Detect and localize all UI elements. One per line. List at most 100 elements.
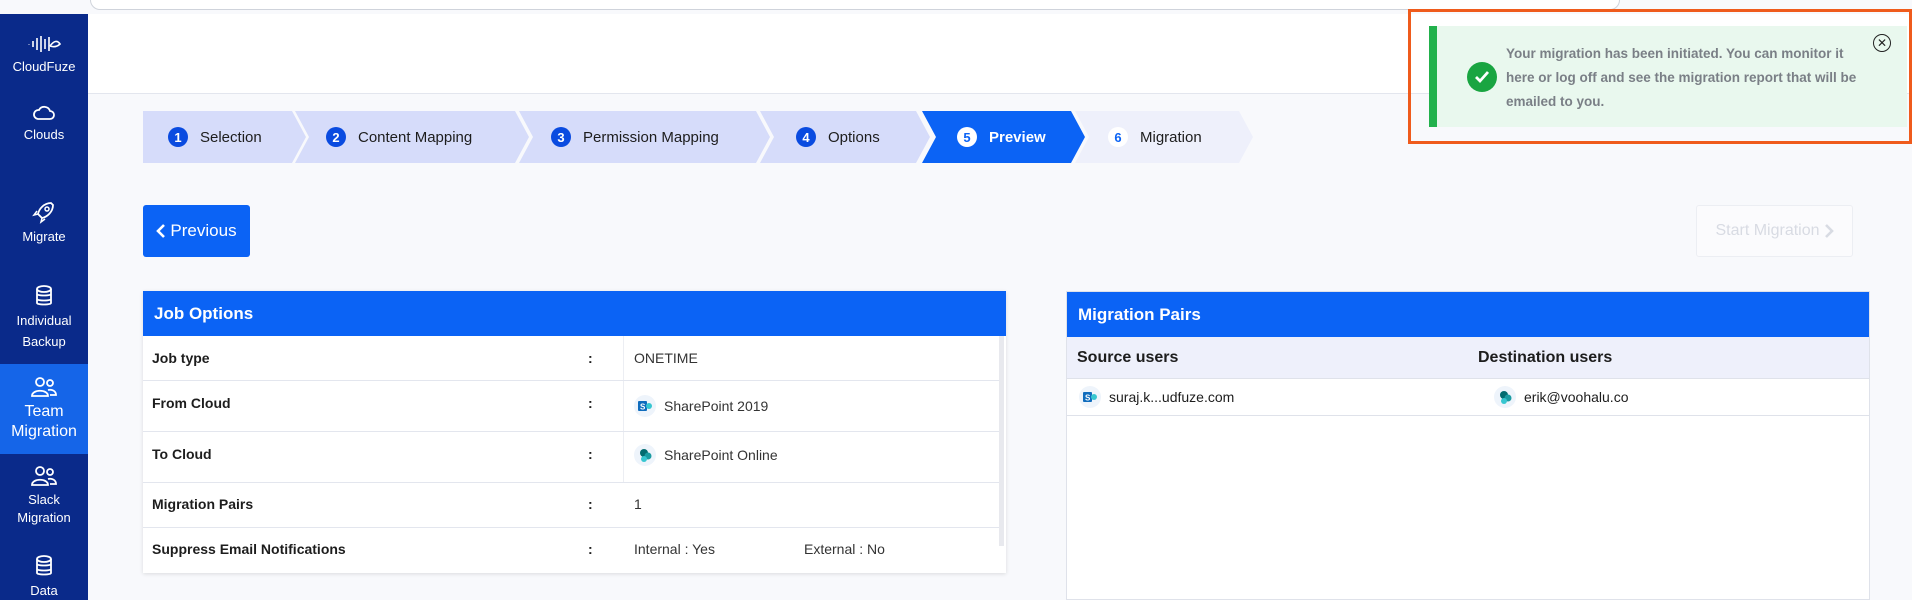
step-content-mapping[interactable]: 2 Content Mapping [295, 111, 529, 163]
sidebar: CloudFuze Clouds Migrate Individual Back… [0, 14, 88, 600]
step-label: Selection [200, 128, 262, 146]
users-icon [31, 466, 57, 486]
step-migration[interactable]: 6 Migration [1075, 111, 1253, 163]
job-options-panel: Job Options Job type : ONETIME From Clou… [143, 291, 1006, 573]
job-options-scrollbar[interactable] [999, 336, 1004, 546]
migration-pairs-panel: Migration Pairs Source users Destination… [1066, 291, 1870, 600]
column-header-source: Source users [1077, 348, 1179, 366]
svg-text:S: S [640, 403, 646, 412]
chevron-left-icon [156, 224, 166, 238]
step-permission-mapping[interactable]: 3 Permission Mapping [519, 111, 770, 163]
sharepoint-online-icon [634, 444, 656, 466]
row-value: SharePoint Online [664, 447, 778, 463]
sidebar-item-label: Clouds [23, 127, 65, 142]
cell-divider [623, 432, 624, 482]
top-search-bar [90, 0, 1620, 10]
brand-logo[interactable]: CloudFuze [0, 34, 88, 76]
row-separator: : [588, 496, 593, 512]
job-options-title: Job Options [143, 291, 1006, 336]
previous-button[interactable]: Previous [143, 205, 250, 257]
success-toast: Your migration has been initiated. You c… [1429, 26, 1907, 127]
row-key: From Cloud [152, 395, 231, 411]
sidebar-item-label: Team [24, 403, 64, 420]
start-migration-button[interactable]: Start Migration [1696, 205, 1853, 257]
close-icon[interactable]: ✕ [1873, 34, 1891, 52]
sidebar-item-label-2: Migration [11, 423, 77, 440]
database-icon [36, 285, 52, 306]
sidebar-item-clouds[interactable]: Clouds [0, 104, 88, 144]
sidebar-item-data[interactable]: Data [0, 554, 88, 600]
users-icon [31, 377, 57, 397]
sidebar-item-label: Individual [16, 313, 72, 328]
cloudfuze-logo-icon [28, 36, 62, 52]
destination-user: erik@voohalu.co [1524, 389, 1629, 405]
step-number: 6 [1108, 127, 1128, 147]
row-key: Migration Pairs [152, 496, 254, 512]
sidebar-item-label: Data [30, 583, 58, 598]
sidebar-item-label-2: Migration [17, 510, 71, 525]
sharepoint-icon: S [1079, 386, 1101, 408]
step-options[interactable]: 4 Options [760, 111, 930, 163]
migration-pairs-title: Migration Pairs [1067, 292, 1869, 337]
job-row-job-type: Job type : ONETIME [143, 336, 1001, 381]
step-number: 1 [168, 127, 188, 147]
row-value-wrapper: S SharePoint 2019 [634, 395, 768, 417]
step-number: 3 [551, 127, 571, 147]
job-row-migration-pairs: Migration Pairs : 1 [143, 483, 1001, 528]
step-label: Options [828, 128, 880, 146]
job-row-from-cloud: From Cloud : S SharePoint 2019 [143, 381, 1001, 432]
sidebar-item-individual-backup[interactable]: Individual Backup [0, 284, 88, 351]
cloud-icon [33, 105, 55, 120]
step-preview[interactable]: 5 Preview [922, 111, 1085, 163]
job-row-to-cloud: To Cloud : SharePoint Online [143, 432, 1001, 483]
start-migration-label: Start Migration [1715, 222, 1820, 239]
job-row-suppress-email: Suppress Email Notifications : Internal … [143, 528, 1001, 573]
sharepoint-icon: S [634, 395, 656, 417]
row-separator: : [588, 350, 593, 366]
step-number: 5 [957, 127, 977, 147]
step-label: Preview [989, 128, 1046, 146]
step-label: Content Mapping [358, 128, 473, 146]
column-header-destination: Destination users [1478, 348, 1613, 366]
database-icon [36, 555, 52, 576]
cell-divider [623, 336, 624, 380]
step-label: Permission Mapping [583, 128, 719, 146]
brand-label: CloudFuze [12, 59, 76, 74]
cell-divider [623, 381, 624, 431]
sharepoint-online-icon [1494, 386, 1516, 408]
svg-text:S: S [1085, 394, 1091, 403]
step-label: Migration [1140, 128, 1202, 146]
row-separator: : [588, 446, 593, 462]
sidebar-item-team-migration[interactable]: Team Migration [0, 364, 88, 454]
previous-label: Previous [170, 221, 237, 240]
row-value-internal: Internal : Yes [634, 541, 715, 557]
source-user: suraj.k...udfuze.com [1109, 389, 1235, 405]
sidebar-item-label: Slack [28, 492, 60, 507]
sidebar-item-slack-migration[interactable]: Slack Migration [0, 465, 88, 527]
sidebar-item-label-2: Backup [22, 334, 66, 349]
row-separator: : [588, 395, 593, 411]
migration-stepper: 1 Selection 2 Content Mapping 3 Permissi… [143, 111, 1253, 163]
step-selection[interactable]: 1 Selection [143, 111, 306, 163]
row-value-wrapper: SharePoint Online [634, 444, 778, 466]
destination-user-cell: erik@voohalu.co [1494, 386, 1629, 408]
row-value: 1 [634, 496, 642, 512]
source-user-cell: S suraj.k...udfuze.com [1079, 386, 1234, 408]
pairs-header-row: Source users Destination users [1067, 337, 1869, 379]
table-row[interactable]: S suraj.k...udfuze.com erik@voohalu.co [1067, 379, 1869, 416]
row-key: Job type [152, 350, 210, 366]
row-value: SharePoint 2019 [664, 398, 769, 414]
row-value-external: External : No [804, 541, 885, 557]
check-circle-icon [1467, 62, 1497, 92]
chevron-right-icon [1824, 224, 1834, 238]
toast-message: Your migration has been initiated. You c… [1506, 46, 1857, 109]
step-number: 4 [796, 127, 816, 147]
row-value: ONETIME [634, 350, 698, 366]
row-separator: : [588, 541, 593, 557]
sidebar-item-label: Migrate [22, 229, 66, 244]
sidebar-item-migrate[interactable]: Migrate [0, 200, 88, 246]
step-number: 2 [326, 127, 346, 147]
rocket-icon [32, 202, 54, 224]
row-key: To Cloud [152, 446, 212, 462]
row-key: Suppress Email Notifications [152, 541, 346, 557]
